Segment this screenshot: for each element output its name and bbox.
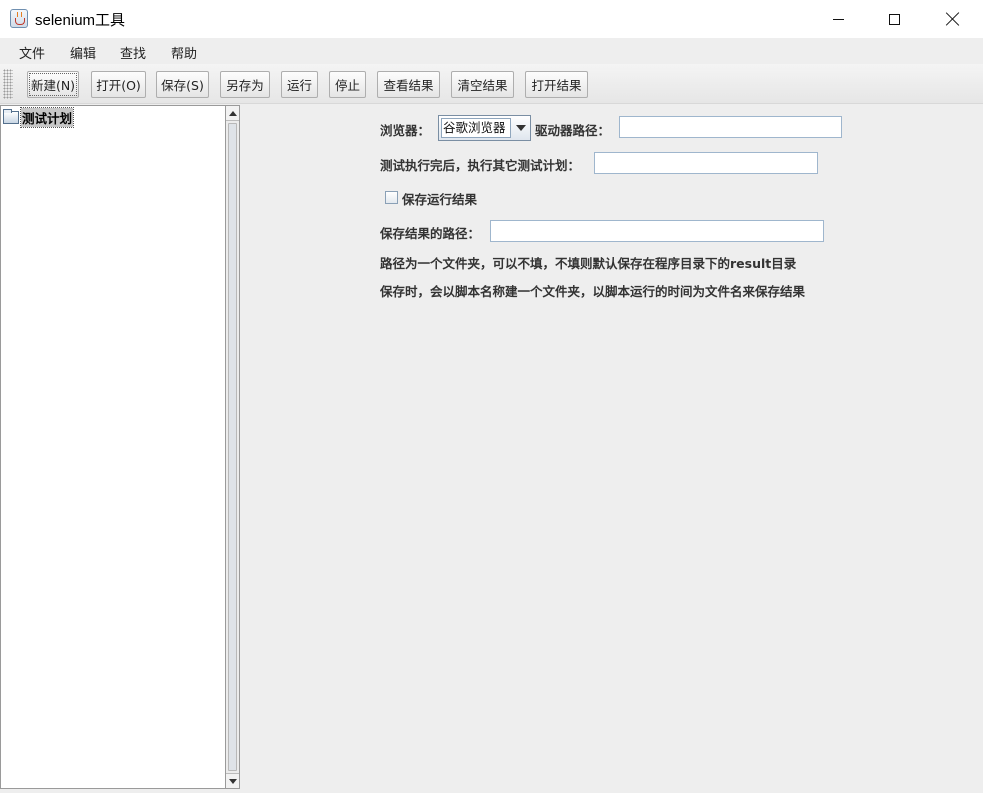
- toolbar-grip-handle[interactable]: [3, 69, 13, 99]
- run-button[interactable]: 运行: [281, 71, 318, 98]
- save-result-checkbox[interactable]: [385, 191, 398, 204]
- result-path-hint-2: 保存时，会以脚本名称建一个文件夹，以脚本运行的时间为文件名来保存结果: [380, 284, 806, 299]
- open-button-label: 打开(O): [96, 78, 141, 93]
- result-path-input[interactable]: [490, 220, 824, 242]
- new-button-label: 新建(N): [28, 73, 78, 96]
- minimize-icon: [832, 18, 844, 20]
- tree-node-test-plan[interactable]: 测试计划: [3, 107, 75, 128]
- java-app-icon: [10, 9, 28, 28]
- save-as-button[interactable]: 另存为: [220, 71, 270, 98]
- minimize-button[interactable]: [810, 0, 866, 38]
- arrow-down-icon: [228, 778, 237, 784]
- menu-bar: 文件 编辑 查找 帮助: [0, 38, 983, 64]
- toolbar: 新建(N) 打开(O) 保存(S) 另存为 运行 停止 查看结果 清空结果 打开…: [0, 64, 983, 104]
- maximize-button[interactable]: [866, 0, 922, 38]
- save-button-label: 保存(S): [161, 78, 204, 93]
- save-as-button-label: 另存为: [226, 78, 264, 93]
- scrollbar-thumb[interactable]: [228, 123, 237, 771]
- browser-select[interactable]: 谷歌浏览器: [438, 115, 531, 141]
- clear-results-button-label: 清空结果: [457, 78, 508, 93]
- open-button[interactable]: 打开(O): [91, 71, 146, 98]
- scroll-down-button[interactable]: [226, 773, 239, 788]
- close-icon: [946, 12, 960, 26]
- close-button[interactable]: [925, 0, 981, 38]
- save-result-checkbox-label[interactable]: 保存运行结果: [402, 189, 477, 208]
- menu-find[interactable]: 查找: [120, 43, 146, 62]
- result-path-hint-1: 路径为一个文件夹，可以不填，不填则默认保存在程序目录下的result目录: [380, 256, 797, 271]
- run-button-label: 运行: [286, 78, 312, 93]
- maximize-icon: [888, 13, 900, 25]
- driver-path-input[interactable]: [619, 116, 842, 138]
- stop-button-label: 停止: [334, 78, 360, 93]
- tree-node-label: 测试计划: [19, 107, 75, 128]
- menu-edit[interactable]: 编辑: [70, 43, 96, 62]
- open-results-button[interactable]: 打开结果: [525, 71, 588, 98]
- save-button[interactable]: 保存(S): [156, 71, 209, 98]
- open-results-button-label: 打开结果: [531, 78, 582, 93]
- view-results-button-label: 查看结果: [383, 78, 434, 93]
- window-title: selenium工具: [35, 12, 126, 29]
- result-path-label: 保存结果的路径：: [380, 226, 481, 241]
- view-results-button[interactable]: 查看结果: [377, 71, 440, 98]
- arrow-up-icon: [228, 110, 237, 116]
- stop-button[interactable]: 停止: [329, 71, 366, 98]
- clear-results-button[interactable]: 清空结果: [451, 71, 514, 98]
- title-bar: selenium工具: [0, 0, 983, 38]
- browser-select-arrow[interactable]: [512, 116, 530, 140]
- tree-vertical-scrollbar[interactable]: [225, 105, 240, 789]
- scroll-up-button[interactable]: [226, 106, 239, 121]
- new-button[interactable]: 新建(N): [27, 71, 79, 98]
- folder-icon: [3, 109, 19, 124]
- test-plan-tree: 测试计划: [0, 105, 225, 789]
- driver-path-label: 驱动器路径：: [535, 123, 611, 138]
- browser-select-value: 谷歌浏览器: [441, 118, 511, 138]
- chevron-down-icon: [516, 125, 526, 131]
- menu-file[interactable]: 文件: [19, 43, 45, 62]
- browser-label: 浏览器：: [380, 123, 431, 138]
- menu-help[interactable]: 帮助: [171, 43, 197, 62]
- next-plan-label: 测试执行完后，执行其它测试计划：: [380, 158, 581, 173]
- next-plan-input[interactable]: [594, 152, 818, 174]
